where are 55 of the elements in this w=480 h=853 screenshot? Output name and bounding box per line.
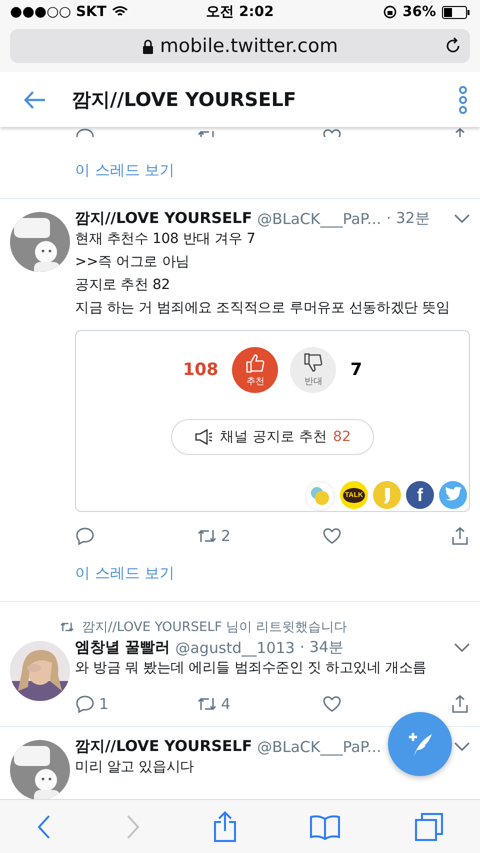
book-icon[interactable] [309,814,342,840]
bird-icon[interactable] [439,481,467,509]
user-handle[interactable]: @BLaCK___PaP... [257,738,382,756]
share-icon[interactable] [212,810,237,842]
tweet-text: 현재 추천수 108 반대 겨우 7 [75,230,256,249]
count: 1 [99,695,109,713]
retweet-note: 깜지//LOVE YOURSELF 님이 리트윗했습니다 [82,619,348,636]
user-name[interactable]: 깜지//LOVE YOURSELF [75,209,252,228]
carrier: ●●●○○ SKT [10,4,106,20]
page-title: 깜지//LOVE YOURSELF [72,88,298,112]
heart-icon[interactable] [322,694,342,714]
battery-icon [442,6,470,18]
reply-icon[interactable] [75,526,95,546]
back-arrow-icon[interactable] [24,90,46,108]
share-icon[interactable] [450,526,470,546]
share-icon[interactable] [450,694,470,714]
tweet-text: >>즉 어그로 아님 [75,253,190,272]
facebook-share-button[interactable]: f [406,481,434,509]
retweet-icon [60,621,74,633]
thumbs-up-icon [244,352,266,374]
tabs-icon[interactable] [414,812,444,842]
upvote-count: 108 [182,360,218,380]
upvote-button[interactable]: 추천 [232,347,278,393]
address-bar[interactable]: mobile.twitter.com [10,29,470,63]
tweet-time: · 34분 [300,638,344,657]
user-name[interactable]: 엠창녈 꿀빨러 [75,638,170,657]
channel-notice-button[interactable]: 채널 공지로 추천 82 [171,419,374,455]
tweet-time: · 32분 [386,209,430,228]
rotation-lock-icon [382,5,396,19]
count: 2 [221,527,231,545]
downvote-button[interactable]: 반대 [290,347,336,393]
more-icon[interactable] [458,84,468,114]
clock: 오전 2:02 [206,3,274,21]
heart-icon[interactable] [322,526,342,546]
chevron-icon[interactable] [454,214,470,224]
wifi-icon [112,6,128,18]
downvote-count: 7 [350,360,362,380]
battery-percent: 36% [402,4,436,20]
user-handle[interactable]: @agustd__1013 [175,638,295,656]
tweet-text: 미리 알고 있읍시다 [75,758,195,777]
tweet-text: 지금 하는 거 범죄에요 조직적으로 루머유포 선동하겠단 뜻임 [75,299,451,318]
reload-icon[interactable] [444,37,462,55]
chevron-icon[interactable] [454,742,470,752]
user-name[interactable]: 깜지//LOVE YOURSELF [75,737,252,756]
tweet-text: 와 방금 뭐 봤는데 에리들 범죄수준인 짓 하고있네 개소름 [75,659,428,678]
reply-icon[interactable] [75,694,95,714]
megaphone-icon [194,429,214,445]
thumbs-down-icon [302,352,324,374]
compose-button[interactable] [388,712,452,776]
user-handle[interactable]: @BLaCK___PaP... [257,210,382,228]
lock-icon [142,38,154,54]
count: 4 [221,695,231,713]
chevron-icon[interactable] [454,642,470,652]
tweet-text: 공지로 추천 82 [75,276,171,295]
back-icon[interactable] [36,814,52,840]
